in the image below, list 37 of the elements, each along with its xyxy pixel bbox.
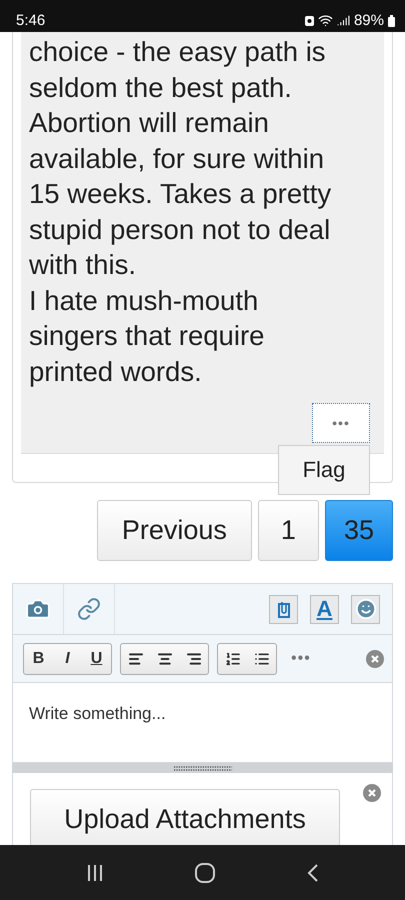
tag-clip-icon (276, 600, 290, 618)
close-icon[interactable] (363, 784, 381, 802)
more-button[interactable]: ••• (312, 403, 370, 443)
notification-icon (304, 15, 314, 26)
smiley-icon (354, 598, 376, 620)
align-center-icon (156, 650, 172, 666)
close-icon[interactable] (366, 650, 384, 668)
emoji-button[interactable] (351, 594, 380, 624)
menu-item[interactable]: Flag (302, 457, 346, 483)
format-button[interactable]: I (53, 644, 82, 674)
battery-percent: 89% (354, 12, 384, 29)
battery-icon (388, 14, 395, 26)
grip-icon (174, 766, 232, 770)
clock-time: 5:46 (16, 12, 46, 29)
post-text: I hate mush-mouth singers that require printed words. (29, 284, 266, 389)
post-text: choice - the easy path is seldom the best path. Abortion will remain available, for sure within 15 weeks. Takes a pretty stupid person not to deal with this. (29, 35, 332, 282)
align-left-icon (128, 650, 144, 666)
recent-apps-icon[interactable] (86, 864, 104, 882)
more-button[interactable]: ••• (285, 650, 317, 668)
bullet-list-icon (254, 650, 270, 666)
wifi-icon (318, 13, 333, 28)
format-button[interactable]: U (82, 644, 111, 674)
message-field[interactable]: Write something... (12, 683, 393, 763)
signal-icon (336, 14, 350, 27)
back-icon[interactable] (307, 864, 320, 882)
page-button[interactable]: 1 (258, 500, 319, 561)
upload-button[interactable]: Upload Attachments (30, 789, 340, 845)
link-icon[interactable] (77, 597, 101, 621)
home-icon[interactable] (195, 862, 216, 882)
attach-button[interactable] (269, 594, 298, 624)
numbered-list-icon (224, 650, 240, 666)
format-button[interactable]: B (24, 644, 53, 674)
resize-handle[interactable] (12, 763, 393, 773)
align-right-icon (186, 650, 202, 666)
text-color-button[interactable]: A (310, 594, 339, 624)
page-button[interactable]: Previous (96, 500, 252, 561)
page-button[interactable]: 35 (324, 500, 393, 561)
